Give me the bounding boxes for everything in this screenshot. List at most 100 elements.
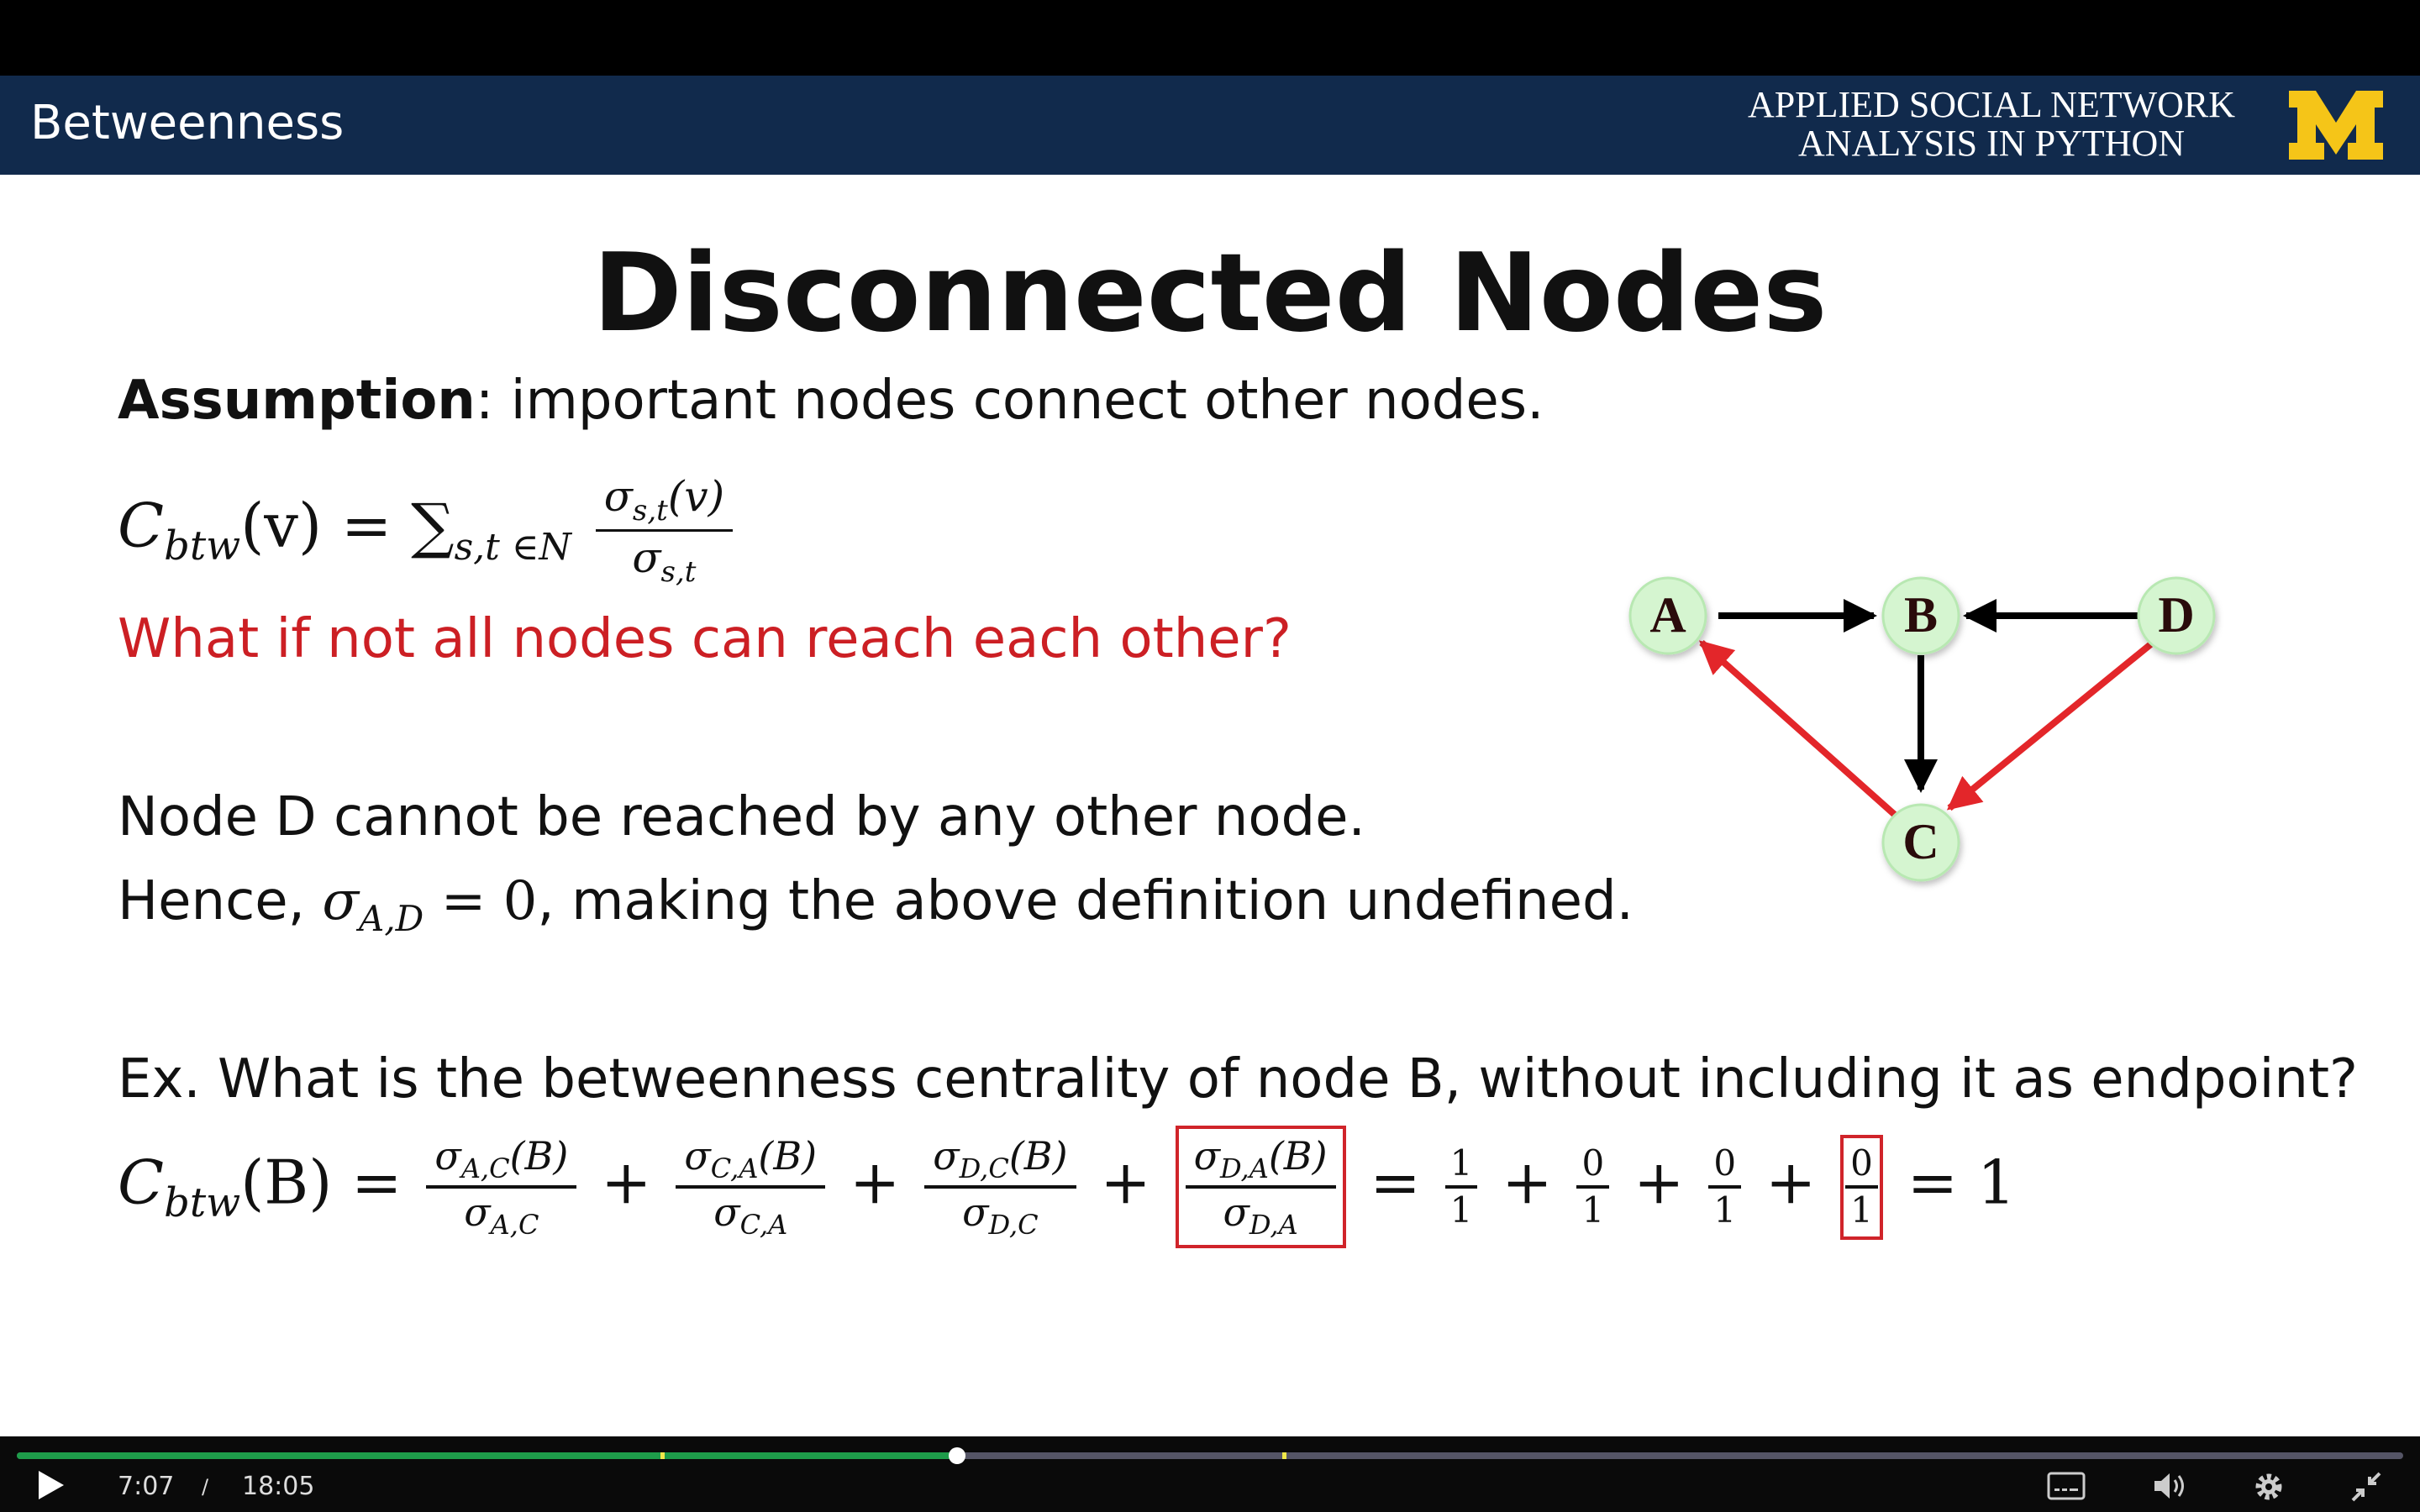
formula-num: σ (603, 472, 633, 521)
term-arg: (B) (1268, 1133, 1328, 1179)
formula-arg: (v) = (240, 490, 412, 561)
hence-prefix: Hence, (118, 870, 323, 932)
node-b-label: B (1904, 587, 1938, 643)
hence-sigma: σ (322, 870, 359, 932)
term-sigma: σ (684, 1133, 711, 1179)
duration: 18:05 (242, 1472, 315, 1501)
hence-eq: = 0 (424, 870, 538, 932)
plus-sign: + (1100, 1147, 1151, 1218)
node-c-label: C (1902, 814, 1939, 869)
reach-text: Node D cannot be reached by any other no… (118, 786, 1365, 848)
question-text: What if not all nodes can reach each oth… (118, 608, 1292, 670)
term-fraction: σD,C(B) σD,C (924, 1132, 1076, 1242)
play-icon[interactable] (34, 1468, 67, 1502)
term-sigma: σ (713, 1189, 740, 1236)
formula-lhs-sub: btw (164, 522, 241, 570)
section-title: Betweenness (30, 96, 345, 150)
equals-sign: = (1370, 1147, 1421, 1218)
node-a-label: A (1649, 587, 1686, 643)
equals-sign: = (1907, 1147, 1959, 1218)
term-sigma: σ (1223, 1189, 1249, 1236)
term-num-sub: D,A (1220, 1152, 1269, 1185)
term-arg: (B) (1008, 1133, 1068, 1179)
plus-sign: + (601, 1147, 652, 1218)
plus-sign: + (1502, 1147, 1553, 1218)
formula-num-arg: (v) (667, 472, 725, 521)
term-sigma: σ (464, 1189, 491, 1236)
progress-thumb[interactable] (949, 1447, 965, 1464)
exit-fullscreen-icon[interactable] (2349, 1470, 2383, 1504)
formula-sum: ∑ (411, 490, 455, 561)
chapter-marker[interactable] (660, 1452, 665, 1459)
captions-icon[interactable] (2047, 1472, 2086, 1500)
value-fraction: 0 1 (1576, 1142, 1610, 1233)
current-time: 7:07 (118, 1472, 175, 1501)
example-text: Ex. What is the betweenness centrality o… (118, 1048, 2358, 1110)
assumption-text: : important nodes connect other nodes. (475, 370, 1544, 432)
assumption-line: Assumption: important nodes connect othe… (118, 370, 1544, 432)
plus-sign: + (1765, 1147, 1817, 1218)
example-lhs-arg: (B) = (240, 1147, 422, 1218)
formula-sum-sub: s,t ∈N (454, 525, 571, 569)
hence-suffix: , making the above definition undefined. (537, 870, 1634, 932)
node-d-label: D (2158, 587, 2194, 643)
example-lhs: C (118, 1147, 165, 1218)
settings-gear-icon[interactable] (2252, 1470, 2286, 1504)
hence-line: Hence, σA,D = 0, making the above defini… (118, 870, 1634, 939)
plus-sign: + (850, 1147, 901, 1218)
term-fraction-highlighted: σD,A(B) σD,A (1175, 1126, 1346, 1249)
university-logo (2289, 91, 2383, 160)
edge-d-c (1946, 639, 2155, 811)
assumption-label: Assumption (118, 370, 476, 432)
value-num: 0 (1576, 1142, 1610, 1189)
formula-fraction: σs,t(v) σs,t (595, 470, 734, 590)
volume-icon[interactable] (2151, 1470, 2188, 1502)
betweenness-formula: Cbtw(v) = ∑s,t ∈N σs,t(v) σs,t (118, 470, 738, 590)
term-arg: (B) (758, 1133, 818, 1179)
term-den-sub: D,C (988, 1209, 1039, 1242)
node-d: D (2137, 576, 2216, 655)
node-b: B (1881, 576, 1960, 655)
progress-fill (17, 1452, 957, 1459)
network-graph: A B C D (1628, 576, 2216, 882)
term-num-sub: C,A (710, 1152, 759, 1185)
plus-sign: + (1634, 1147, 1685, 1218)
chapter-marker[interactable] (1282, 1452, 1286, 1459)
formula-lhs: C (118, 490, 165, 561)
edge-c-a (1699, 640, 1897, 817)
hence-sigma-sub: A,D (359, 897, 424, 939)
course-title-line-2: ANALYSIS IN PYTHON (1797, 123, 2186, 164)
term-sigma: σ (434, 1133, 461, 1179)
term-fraction: σA,C(B) σA,C (426, 1132, 577, 1242)
term-sigma: σ (962, 1189, 989, 1236)
term-sigma: σ (1193, 1133, 1221, 1179)
term-num-sub: D,C (959, 1152, 1009, 1185)
result-value: 1 (1977, 1147, 2016, 1218)
formula-num-sub: s,t (632, 494, 668, 528)
course-title: APPLIED SOCIAL NETWORK ANALYSIS IN PYTHO… (1731, 86, 2252, 163)
node-c: C (1881, 803, 1960, 882)
slide-title: Disconnected Nodes (592, 231, 1828, 356)
value-den: 1 (1581, 1189, 1605, 1231)
term-sigma: σ (933, 1133, 960, 1179)
term-arg: (B) (509, 1133, 569, 1179)
time-separator: / (202, 1475, 209, 1499)
formula-den-sub: s,t (660, 554, 697, 589)
value-num: 0 (1845, 1142, 1878, 1189)
value-fraction: 0 1 (1708, 1142, 1742, 1233)
value-den: 1 (1449, 1189, 1473, 1231)
value-den: 1 (1850, 1189, 1873, 1231)
term-fraction: σC,A(B) σC,A (676, 1132, 826, 1242)
course-title-line-1: APPLIED SOCIAL NETWORK (1747, 84, 2236, 125)
example-lhs-sub: btw (164, 1179, 241, 1227)
term-den-sub: A,C (490, 1209, 539, 1242)
value-num: 0 (1708, 1142, 1742, 1189)
example-equation: Cbtw(B) = σA,C(B) σA,C + σC,A(B) σC,A + … (118, 1126, 2016, 1249)
term-num-sub: A,C (460, 1152, 510, 1185)
term-den-sub: C,A (739, 1209, 788, 1242)
formula-den: σ (632, 533, 661, 582)
node-a: A (1628, 576, 1707, 655)
value-fraction: 1 1 (1444, 1142, 1478, 1233)
term-den-sub: D,A (1249, 1209, 1298, 1242)
value-fraction-highlighted: 0 1 (1840, 1134, 1883, 1240)
